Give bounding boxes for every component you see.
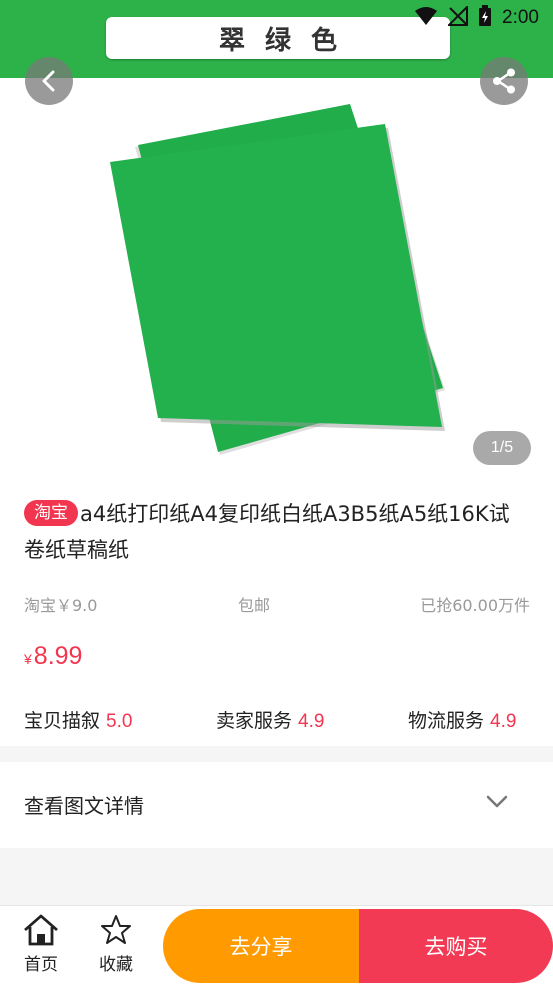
rating-value: 5.0 bbox=[106, 711, 133, 732]
rating-logistics-service: 物流服务 4.9 bbox=[408, 706, 516, 733]
wifi-icon bbox=[414, 6, 438, 31]
rating-description: 宝贝描叙 5.0 bbox=[24, 706, 132, 733]
favorite-label: 收藏 bbox=[99, 955, 133, 975]
current-price: ¥8.99 bbox=[24, 642, 82, 671]
sold-count: 已抢60.00万件 bbox=[420, 596, 530, 615]
rating-label: 物流服务 bbox=[408, 710, 485, 732]
star-icon bbox=[101, 915, 131, 944]
share-icon bbox=[493, 68, 515, 94]
status-bar: 2:00 bbox=[414, 0, 553, 36]
home-label: 首页 bbox=[24, 955, 58, 975]
share-icon-button[interactable] bbox=[480, 57, 528, 105]
product-meta-row: 淘宝￥9.0 包邮 已抢60.00万件 bbox=[24, 592, 530, 618]
product-image-carousel[interactable]: 翠绿色 2:00 1/5 bbox=[0, 0, 553, 480]
shipping-label: 包邮 bbox=[238, 596, 271, 615]
bottom-action-bar: 首页 收藏 去分享 去购买 bbox=[0, 905, 553, 984]
rating-seller-service: 卖家服务 4.9 bbox=[216, 706, 324, 733]
product-info-card: 淘宝 a4纸打印纸A4复印纸白纸A3B5纸A5纸16K试卷纸草稿纸 淘宝￥9.0 … bbox=[0, 480, 553, 746]
price-currency: ¥ bbox=[24, 651, 32, 667]
color-name-banner: 翠绿色 bbox=[106, 17, 450, 59]
rating-label: 卖家服务 bbox=[216, 710, 293, 732]
home-icon bbox=[24, 914, 58, 946]
image-page-indicator: 1/5 bbox=[473, 431, 531, 465]
product-title-block: 淘宝 a4纸打印纸A4复印纸白纸A3B5纸A5纸16K试卷纸草稿纸 bbox=[24, 496, 529, 568]
home-nav-button[interactable]: 首页 bbox=[11, 914, 71, 975]
buy-button[interactable]: 去购买 bbox=[359, 909, 553, 983]
paper-product-photo bbox=[100, 100, 460, 470]
rating-value: 4.9 bbox=[298, 711, 325, 732]
product-title: a4纸打印纸A4复印纸白纸A3B5纸A5纸16K试卷纸草稿纸 bbox=[24, 502, 510, 562]
battery-icon bbox=[478, 4, 492, 32]
taobao-badge: 淘宝 bbox=[24, 500, 78, 526]
share-button[interactable]: 去分享 bbox=[163, 909, 359, 983]
favorite-nav-button[interactable]: 收藏 bbox=[86, 914, 146, 975]
price-value: 8.99 bbox=[33, 642, 83, 670]
view-details-label: 查看图文详情 bbox=[24, 794, 144, 818]
rating-label: 宝贝描叙 bbox=[24, 710, 101, 732]
no-signal-icon bbox=[446, 4, 469, 31]
rating-value: 4.9 bbox=[490, 711, 517, 732]
view-details-row[interactable]: 查看图文详情 bbox=[0, 762, 553, 848]
status-time: 2:00 bbox=[502, 7, 539, 28]
chevron-down-icon bbox=[486, 794, 508, 813]
original-price: 淘宝￥9.0 bbox=[24, 596, 98, 615]
shop-ratings: 宝贝描叙 5.0 卖家服务 4.9 物流服务 4.9 bbox=[24, 706, 530, 734]
back-button[interactable] bbox=[25, 57, 73, 105]
chevron-left-icon bbox=[42, 70, 55, 92]
